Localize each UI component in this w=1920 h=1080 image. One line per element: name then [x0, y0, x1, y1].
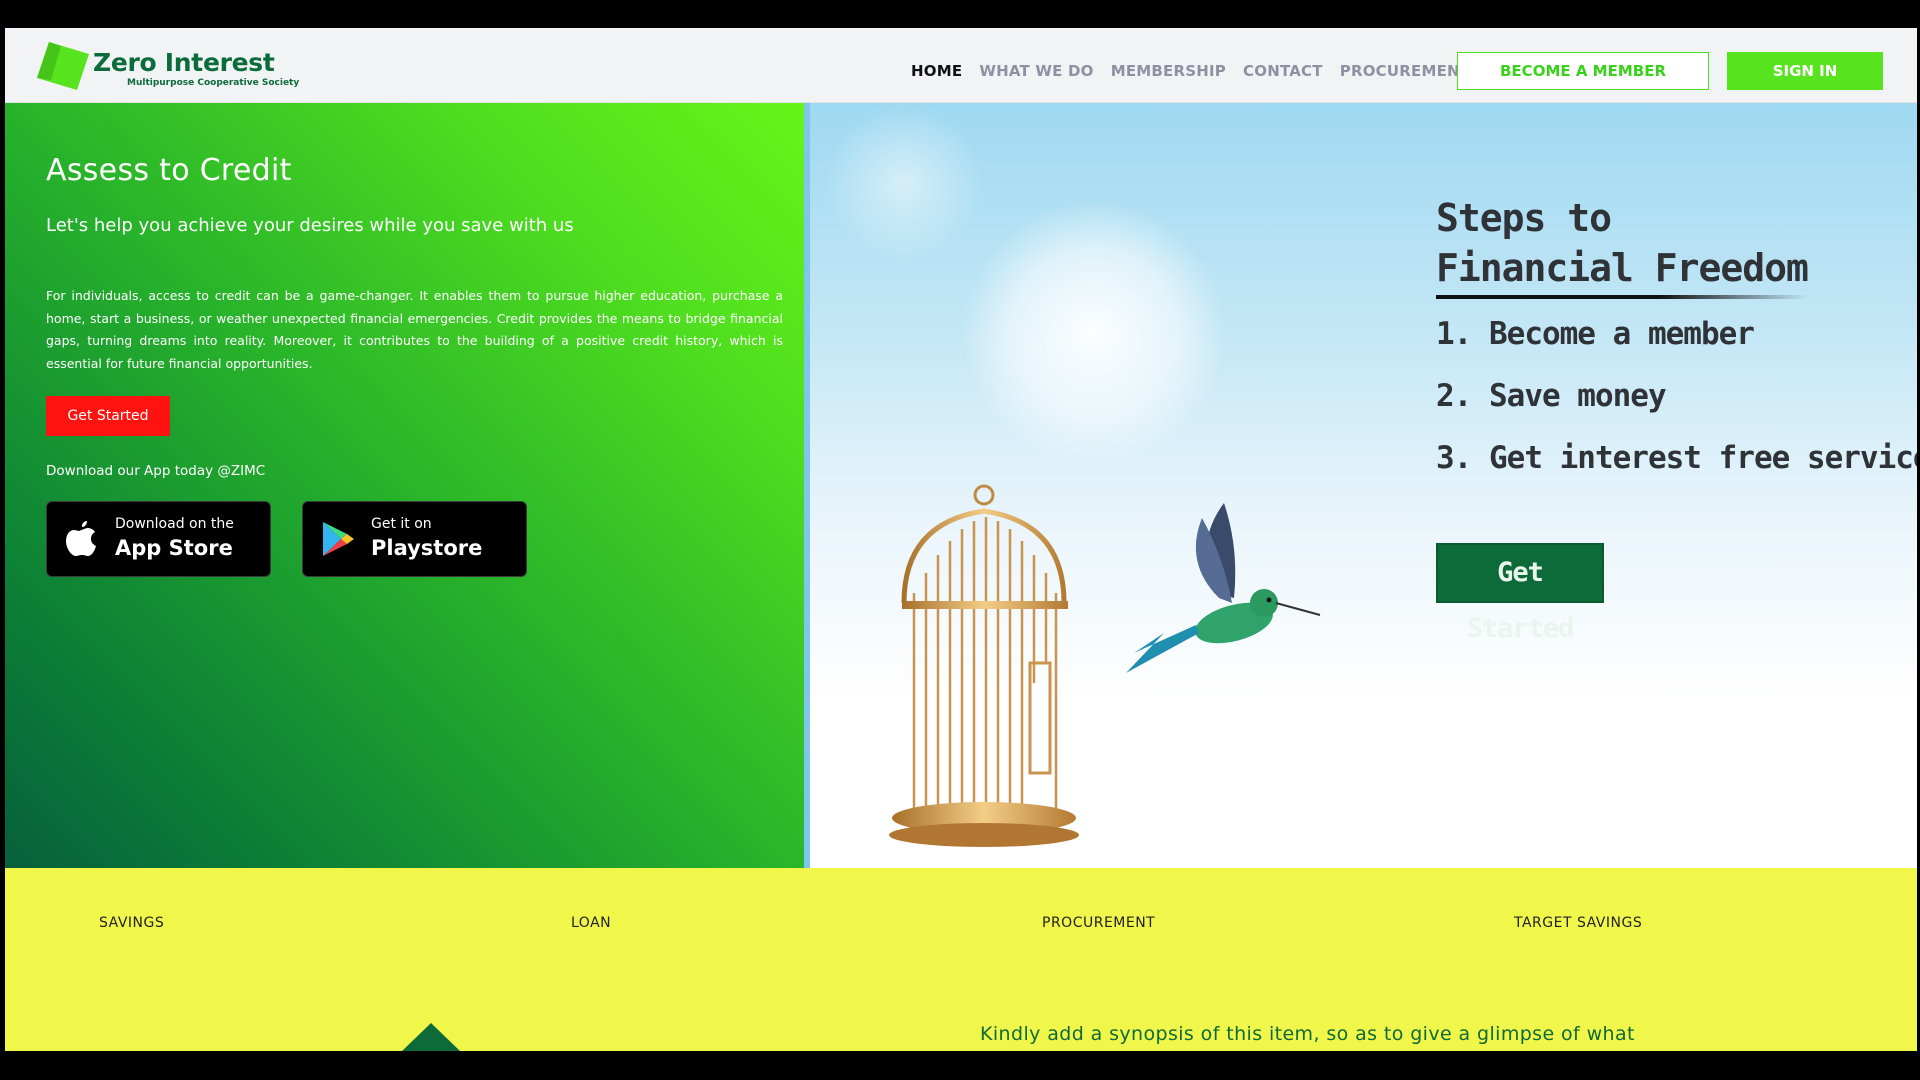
logo-name: Zero Interest: [93, 48, 275, 77]
apple-icon: [66, 521, 96, 556]
tab-loan[interactable]: LOAN: [571, 915, 611, 931]
hero-title: Assess to Credit: [46, 153, 292, 188]
hummingbird-illustration: [1126, 503, 1321, 673]
menu-home[interactable]: HOME: [911, 62, 962, 80]
play-store-big-text: Playstore: [371, 536, 483, 560]
tab-savings[interactable]: SAVINGS: [99, 915, 164, 931]
bird-cage-illustration: [889, 484, 1079, 847]
service-synopsis: Kindly add a synopsis of this item, so a…: [980, 1023, 1635, 1045]
hero-description: For individuals, access to credit can be…: [46, 288, 783, 371]
browser-viewport: Zero Interest Multipurpose Cooperative S…: [5, 28, 1917, 1051]
sky-glow: [824, 103, 984, 263]
hero-credit-panel: Assess to Credit Let's help you achieve …: [5, 103, 804, 868]
banner-get-started-button[interactable]: Get Started: [1436, 543, 1604, 644]
tab-procurement[interactable]: PROCUREMENT: [1042, 915, 1155, 931]
steps-underline: [1436, 295, 1808, 299]
menu-membership[interactable]: MEMBERSHIP: [1111, 62, 1226, 80]
menu-procurement[interactable]: PROCUREMENT: [1340, 62, 1470, 80]
step-3: 3. Get interest free services: [1436, 440, 1917, 476]
hero-subtitle: Let's help you achieve your desires whil…: [46, 215, 574, 236]
download-app-text: Download our App today @ZIMC: [46, 463, 266, 479]
steps-heading-line2: Financial Freedom: [1436, 246, 1809, 290]
step-1: 1. Become a member: [1436, 316, 1755, 352]
pointer-triangle-icon: [402, 1023, 460, 1051]
tab-target-savings[interactable]: TARGET SAVINGS: [1514, 915, 1642, 931]
play-store-button[interactable]: Get it on Playstore: [302, 501, 527, 577]
steps-heading-line1: Steps to: [1436, 196, 1612, 240]
hero-banner-image: Steps to Financial Freedom 1. Become a m…: [804, 103, 1917, 868]
step-2: 2. Save money: [1436, 378, 1667, 414]
sign-in-button[interactable]: SIGN IN: [1727, 52, 1883, 90]
steps-heading: Steps to Financial Freedom: [1436, 193, 1809, 293]
become-member-button[interactable]: BECOME A MEMBER: [1457, 52, 1709, 90]
play-store-small-text: Get it on: [371, 516, 432, 532]
main-menu: HOME WHAT WE DO MEMBERSHIP CONTACT PROCU…: [911, 61, 1482, 81]
logo-icon: [37, 42, 89, 90]
top-navbar: Zero Interest Multipurpose Cooperative S…: [5, 28, 1917, 103]
sun-glow: [964, 203, 1224, 463]
app-store-small-text: Download on the: [115, 516, 234, 532]
app-store-big-text: App Store: [115, 536, 233, 560]
services-section: SAVINGS LOAN PROCUREMENT TARGET SAVINGS …: [5, 868, 1917, 1051]
get-started-button[interactable]: Get Started: [46, 396, 170, 436]
logo-subtitle: Multipurpose Cooperative Society: [127, 78, 300, 88]
menu-what-we-do[interactable]: WHAT WE DO: [979, 62, 1093, 80]
play-icon: [323, 522, 354, 556]
menu-contact[interactable]: CONTACT: [1243, 62, 1323, 80]
app-store-button[interactable]: Download on the App Store: [46, 501, 271, 577]
